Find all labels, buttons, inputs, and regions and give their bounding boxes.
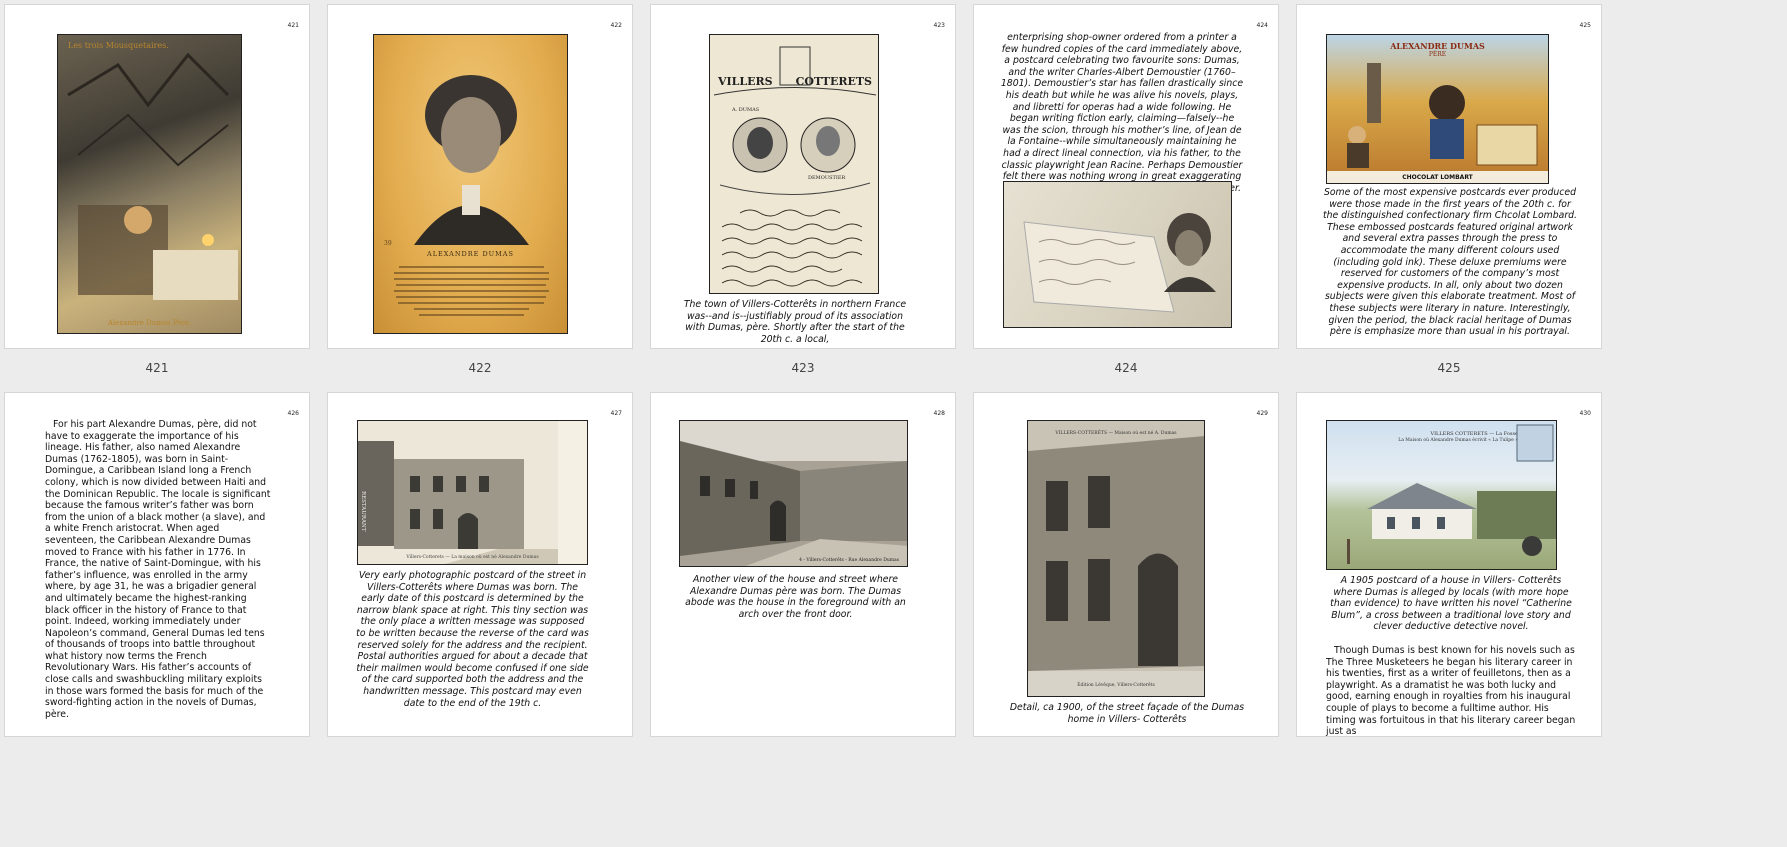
page-number: 426 [287,410,299,417]
portrait-dumas: 39 ALEXANDRE DUMAS [373,34,568,334]
page-caption: Some of the most expensive postcards eve… [1322,187,1578,338]
postcard-illustration [1327,63,1548,183]
page-caption: Another view of the house and street whe… [685,574,906,620]
page-label-423: 423 [791,361,815,375]
postcard-footer: Villers-Cotterets — La maison où est né … [406,555,539,560]
page-number: 421 [287,22,299,29]
page-number: 427 [610,410,622,417]
thumbnail-page-425[interactable]: 425 ALEXANDRE DUMAS PÈRE CHOCOLAT LOMBAR… [1296,4,1602,349]
thumbnail-page-422[interactable]: 422 39 ALEXANDRE DUMAS [327,4,633,349]
portrait-caption-lines [394,266,549,316]
medallion-right-label: DEMOUSTIER [808,175,846,181]
postcard-villers-cotterets: VILLERS COTTERETS A. DUMAS DEMOUSTIER [709,34,879,294]
page-caption: Very early photographic postcard of the … [356,570,589,709]
thumbnail-page-423[interactable]: 423 VILLERS COTTERETS A. DUMAS DEMOUSTIE [650,4,956,349]
postcard-dumas-letter [1003,181,1232,328]
portrait-ref: 39 [384,240,392,247]
scene-drawing [67,52,238,300]
page-number: 424 [1256,22,1268,29]
page-number: 428 [933,410,945,417]
postcard-engraving [713,46,877,287]
postcard-footer: CHOCOLAT LOMBART [1402,174,1473,181]
letter-drawing [1023,213,1216,313]
thumbnail-page-421[interactable]: 421 Les trois Mousquetaires. Alexandre D… [4,4,310,349]
postcard-house-1905: VILLERS COTTERETS — La Fosse La Maison o… [1326,420,1557,570]
page-label-422: 422 [468,361,492,375]
page-caption: A 1905 postcard of a house in Villers- C… [1330,575,1572,633]
postcard-street-view: 4 - Villers-Cotterêts - Rue Alexandre Du… [679,420,908,567]
street-drawing [680,421,907,566]
page-label-421: 421 [145,361,169,375]
postcard-house-facade: VILLERS-COTTERÊTS — Maison où est né A. … [1027,420,1205,697]
portrait-title: ALEXANDRE DUMAS [427,250,514,258]
thumbnail-page-424[interactable]: 424 enterprising shop-owner ordered from… [973,4,1279,349]
postcard-sign: RESTAURANT [360,491,366,532]
postcard-footer: 4 - Villers-Cotterêts - Rue Alexandre Du… [799,558,899,563]
page-body-text: enterprising shop-owner ordered from a p… [1000,32,1244,194]
page-label-425: 425 [1437,361,1461,375]
page-number: 425 [1579,22,1591,29]
page-number: 430 [1579,410,1591,417]
postcard-chocolat-lombart: ALEXANDRE DUMAS PÈRE CHOCOLAT LOMBART [1326,34,1549,184]
facade-drawing [1028,436,1204,696]
street-drawing [358,421,587,564]
portrait-drawing [414,75,529,245]
thumbnail-page-426[interactable]: 426 For his part Alexandre Dumas, père, … [4,392,310,737]
page-caption: The town of Villers-Cotterêts in norther… [683,299,907,345]
house-drawing [1347,424,1556,564]
illustration-bottom-text: Alexandre Dumas Père. [107,319,192,327]
page-body-text: Though Dumas is best known for his novel… [1326,645,1576,737]
page-number: 429 [1256,410,1268,417]
page-caption: Detail, ca 1900, of the street façade of… [1009,702,1245,725]
page-body-text: For his part Alexandre Dumas, père, did … [45,419,271,720]
thumbnail-page-427[interactable]: 427 RESTAURANT Villers-Cotterets — La ma… [327,392,633,737]
postcard-footer: Édition Lévêque, Villers-Cotterêts [1077,683,1155,688]
thumbnail-page-430[interactable]: 430 VILLERS COTTERETS — La Fosse La Mais… [1296,392,1602,737]
thumbnail-page-428[interactable]: 428 4 - Villers-Cotterêts - Rue Alexandr… [650,392,956,737]
page-label-424: 424 [1114,361,1138,375]
thumbnail-page-429[interactable]: 429 VILLERS-COTTERÊTS — Maison où est né… [973,392,1279,737]
illustration-three-musketeers: Les trois Mousquetaires. Alexandre Dumas… [57,34,242,334]
medallion-left-label: A. DUMAS [732,107,760,113]
page-number: 423 [933,22,945,29]
page-number: 422 [610,22,622,29]
postcard-street-photo: RESTAURANT Villers-Cotterets — La maison… [357,420,588,565]
